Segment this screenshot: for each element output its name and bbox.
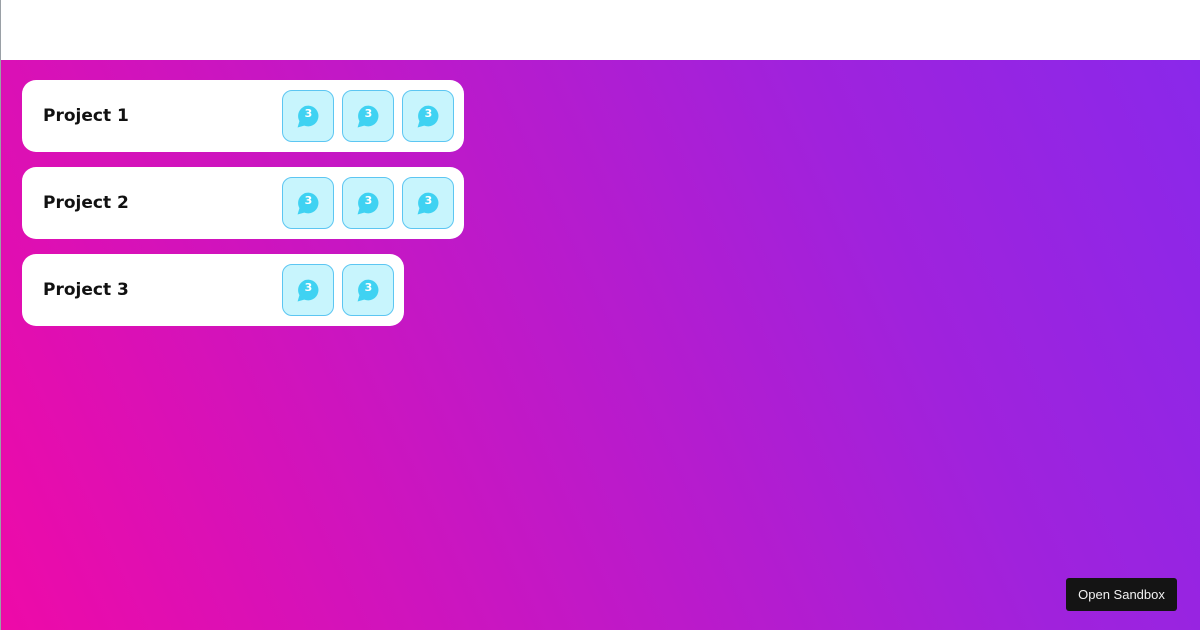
comment-count: 3 xyxy=(364,194,373,207)
comment-tile[interactable]: 3 xyxy=(282,264,334,316)
comment-tile[interactable]: 3 xyxy=(342,264,394,316)
comment-count: 3 xyxy=(424,194,433,207)
comment-tile[interactable]: 3 xyxy=(342,177,394,229)
project-title: Project 1 xyxy=(43,106,129,126)
comment-count: 3 xyxy=(304,194,313,207)
comment-tile[interactable]: 3 xyxy=(282,177,334,229)
comment-tile[interactable]: 3 xyxy=(342,90,394,142)
top-bar xyxy=(1,0,1200,60)
project-card: Project 2 3 3 3 xyxy=(22,167,464,239)
project-card: Project 3 3 3 xyxy=(22,254,404,326)
comment-tile[interactable]: 3 xyxy=(402,90,454,142)
comment-count: 3 xyxy=(364,281,373,294)
project-card: Project 1 3 3 3 xyxy=(22,80,464,152)
comment-tile[interactable]: 3 xyxy=(402,177,454,229)
page: Project 1 3 3 3 Project 2 3 3 3 Project … xyxy=(0,0,1200,630)
comment-tile[interactable]: 3 xyxy=(282,90,334,142)
gradient-canvas: Project 1 3 3 3 Project 2 3 3 3 Project … xyxy=(1,60,1200,630)
comment-count: 3 xyxy=(304,281,313,294)
project-title: Project 2 xyxy=(43,193,129,213)
project-title: Project 3 xyxy=(43,280,129,300)
comment-count: 3 xyxy=(424,107,433,120)
comment-count: 3 xyxy=(364,107,373,120)
open-sandbox-button[interactable]: Open Sandbox xyxy=(1066,578,1177,611)
comment-count: 3 xyxy=(304,107,313,120)
